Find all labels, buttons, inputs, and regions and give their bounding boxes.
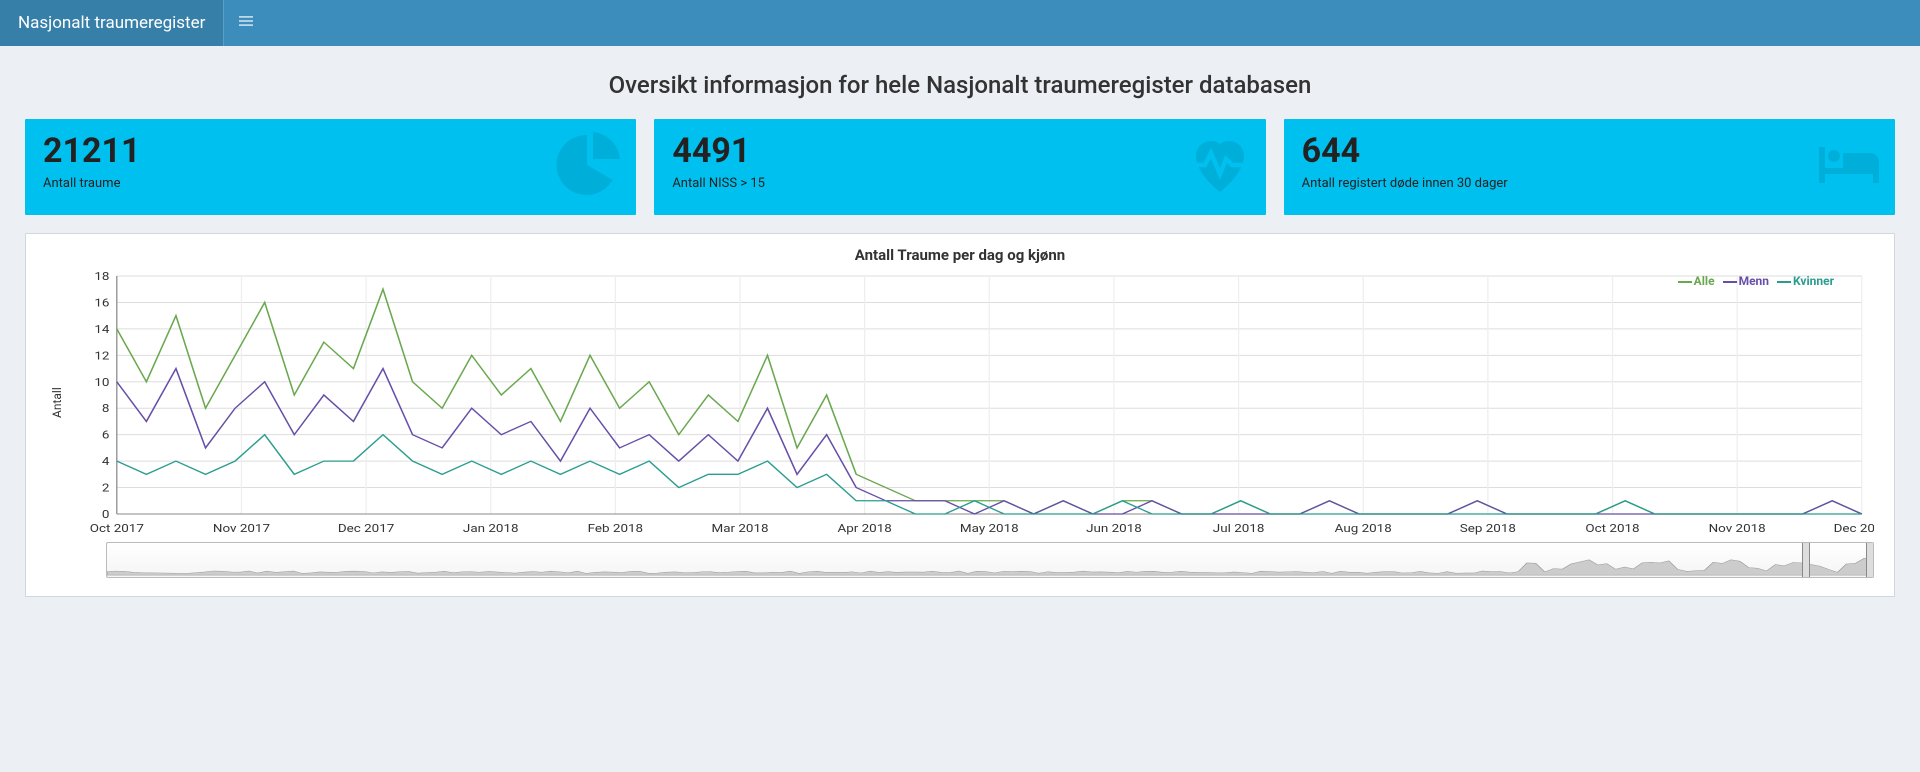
- stat-value: 644: [1302, 133, 1877, 170]
- svg-text:8: 8: [102, 402, 110, 415]
- svg-text:6: 6: [102, 429, 110, 442]
- range-handle-left[interactable]: [1802, 542, 1810, 578]
- svg-text:Aug 2018: Aug 2018: [1335, 522, 1392, 535]
- svg-text:18: 18: [94, 270, 109, 283]
- svg-text:Jun 2018: Jun 2018: [1086, 522, 1142, 535]
- stat-label: Antall NISS > 15: [672, 176, 1247, 191]
- hamburger-icon: [239, 14, 253, 32]
- menu-toggle-button[interactable]: [223, 0, 268, 46]
- pie-chart-icon: [554, 129, 626, 205]
- svg-text:14: 14: [94, 323, 109, 336]
- chart-card: Antall Traume per dag og kjønn Alle Menn…: [25, 233, 1895, 597]
- chart-title: Antall Traume per dag og kjønn: [46, 246, 1874, 264]
- chart-legend: Alle Menn Kvinner: [1678, 274, 1834, 288]
- heartbeat-icon: [1184, 129, 1256, 205]
- svg-text:Dec 2018: Dec 2018: [1834, 522, 1874, 535]
- svg-text:10: 10: [94, 376, 109, 389]
- svg-text:Feb 2018: Feb 2018: [588, 522, 644, 535]
- svg-text:2: 2: [102, 482, 110, 495]
- svg-text:4: 4: [102, 455, 110, 468]
- bed-icon: [1813, 129, 1885, 205]
- svg-text:Jan 2018: Jan 2018: [463, 522, 519, 535]
- svg-text:12: 12: [94, 349, 109, 362]
- legend-kvinner[interactable]: Kvinner: [1777, 274, 1834, 288]
- svg-text:Nov 2017: Nov 2017: [213, 522, 270, 535]
- svg-text:Mar 2018: Mar 2018: [711, 522, 768, 535]
- legend-menn[interactable]: Menn: [1723, 274, 1769, 288]
- stat-value: 21211: [43, 133, 618, 170]
- stat-dode30: 644 Antall registert døde innen 30 dager: [1284, 119, 1895, 215]
- stat-label: Antall traume: [43, 176, 618, 191]
- range-handle-right[interactable]: [1866, 542, 1874, 578]
- page-title: Oversikt informasjon for hele Nasjonalt …: [25, 71, 1895, 99]
- page-content: Oversikt informasjon for hele Nasjonalt …: [0, 46, 1920, 622]
- line-chart[interactable]: 0 2 4 6 8 10 12 14 16 18 Oct 2017 Nov 2017 Dec 2017 J…: [68, 268, 1874, 538]
- app-brand[interactable]: Nasjonalt traumeregister: [0, 0, 223, 46]
- stat-row: 21211 Antall traume 4491 Antall NISS > 1…: [25, 119, 1895, 215]
- legend-alle[interactable]: Alle: [1678, 274, 1715, 288]
- svg-text:Dec 2017: Dec 2017: [338, 522, 395, 535]
- stat-label: Antall registert døde innen 30 dager: [1302, 176, 1877, 191]
- y-axis-label: Antall: [46, 268, 68, 538]
- svg-text:May 2018: May 2018: [960, 522, 1019, 535]
- stat-traume: 21211 Antall traume: [25, 119, 636, 215]
- svg-text:0: 0: [102, 508, 110, 521]
- svg-text:Oct 2018: Oct 2018: [1585, 522, 1639, 535]
- svg-text:16: 16: [94, 297, 109, 310]
- stat-niss15: 4491 Antall NISS > 15: [654, 119, 1265, 215]
- stat-value: 4491: [672, 133, 1247, 170]
- svg-text:Sep 2018: Sep 2018: [1460, 522, 1516, 535]
- svg-text:Jul 2018: Jul 2018: [1213, 522, 1265, 535]
- svg-text:Apr 2018: Apr 2018: [837, 522, 891, 535]
- svg-text:Oct 2017: Oct 2017: [90, 522, 144, 535]
- chart-body: Alle Menn Kvinner Antall 0 2 4 6 8 10 12 14 16 18…: [46, 268, 1874, 578]
- top-nav: Nasjonalt traumeregister: [0, 0, 1920, 46]
- svg-text:Nov 2018: Nov 2018: [1709, 522, 1766, 535]
- range-selector[interactable]: [106, 542, 1874, 578]
- range-mini-chart: [107, 543, 1873, 577]
